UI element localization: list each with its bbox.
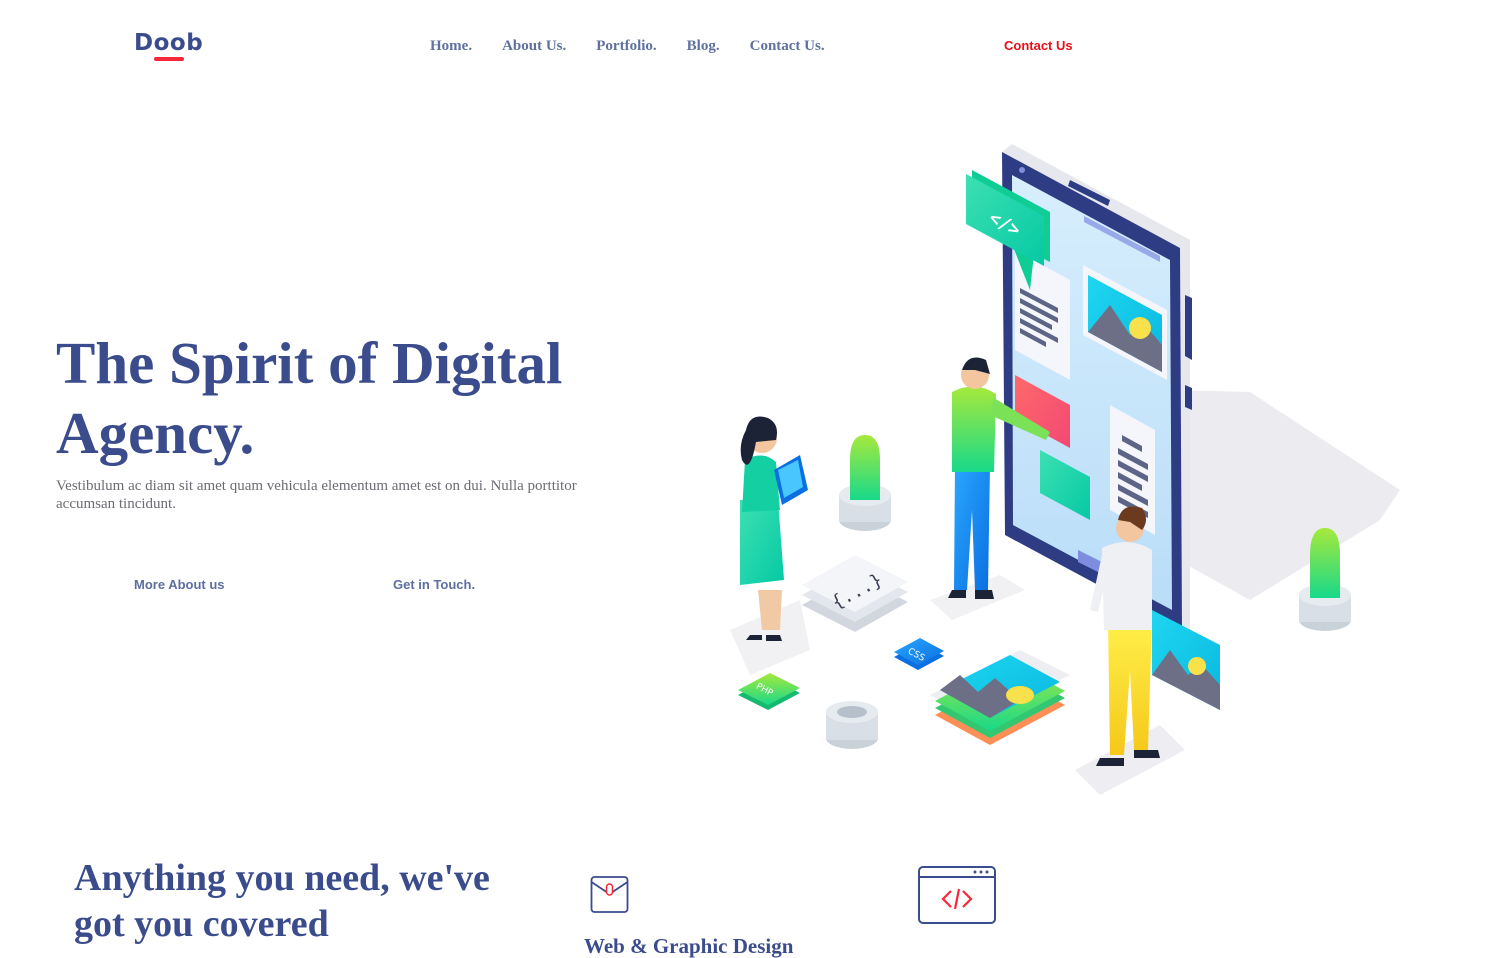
service-web-graphic-design: Web & Graphic Design <box>584 934 794 958</box>
contact-us-button[interactable]: Contact Us <box>1004 38 1073 54</box>
nav-contact[interactable]: Contact Us. <box>750 37 825 55</box>
nav-about[interactable]: About Us. <box>502 37 566 55</box>
hero-title: The Spirit of Digital Agency. <box>56 330 563 466</box>
logo-underline <box>154 57 184 61</box>
empty-pot <box>826 701 878 749</box>
logo[interactable]: Doob <box>134 30 203 56</box>
braces-block: {...} <box>802 555 908 632</box>
code-window-icon <box>918 866 996 924</box>
hero-description: Vestibulum ac diam sit amet quam vehicul… <box>56 478 577 512</box>
plant-center <box>839 435 891 531</box>
php-tag: PHP <box>738 673 800 710</box>
nav-home[interactable]: Home. <box>430 37 472 55</box>
design-envelope-icon <box>590 876 629 913</box>
nav-portfolio[interactable]: Portfolio. <box>596 37 656 55</box>
css-tag: CSS <box>894 638 944 670</box>
services-title: Anything you need, we've got you covered <box>74 857 490 945</box>
main-nav: Home. About Us. Portfolio. Blog. Contact… <box>430 37 855 55</box>
more-about-button[interactable]: More About us <box>134 577 225 593</box>
nav-blog[interactable]: Blog. <box>687 37 720 55</box>
hero-illustration: </> {...} CSS PHP <box>730 144 1400 795</box>
get-in-touch-button[interactable]: Get in Touch. <box>393 577 475 593</box>
